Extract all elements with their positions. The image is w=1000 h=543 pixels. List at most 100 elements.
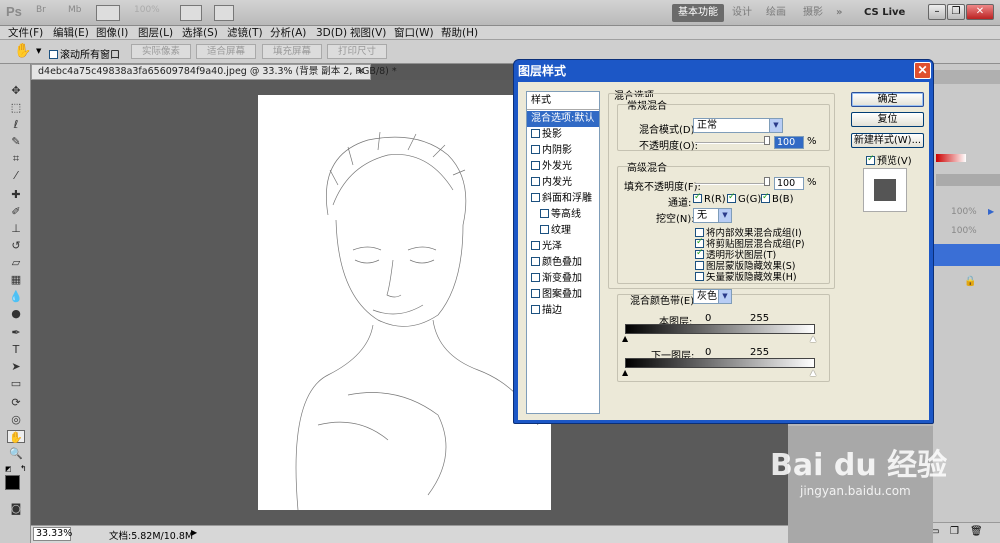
selected-layer-row[interactable]: [933, 244, 1000, 266]
style-checkbox[interactable]: [531, 193, 540, 202]
style-item[interactable]: 外发光: [527, 159, 599, 175]
arrange-documents-icon[interactable]: [180, 5, 202, 21]
actual-pixels-button[interactable]: 实际像素: [131, 44, 191, 59]
menu-layer[interactable]: 图层(L): [138, 26, 173, 40]
style-item[interactable]: 内发光: [527, 175, 599, 191]
menu-filter[interactable]: 滤镜(T): [227, 26, 263, 40]
menu-edit[interactable]: 编辑(E): [53, 26, 89, 40]
close-window-icon[interactable]: ✕: [966, 4, 994, 20]
pen-tool-icon[interactable]: ✒: [7, 326, 25, 339]
style-item[interactable]: 等高线: [527, 207, 599, 223]
style-checkbox[interactable]: [540, 209, 549, 218]
view-extras-icon[interactable]: [96, 5, 120, 21]
style-checkbox[interactable]: [531, 145, 540, 154]
document-tab[interactable]: d4ebc4a75c49838a3fa65609784f9a40.jpeg @ …: [31, 64, 397, 80]
style-item[interactable]: 纹理: [527, 223, 599, 239]
style-item[interactable]: 描边: [527, 303, 599, 319]
fill-opacity-slider-thumb[interactable]: [764, 177, 770, 186]
underlying-black-slider[interactable]: ▲: [622, 368, 628, 377]
menu-help[interactable]: 帮助(H): [441, 26, 478, 40]
path-selection-tool-icon[interactable]: ➤: [7, 360, 25, 373]
advanced-option-checkbox[interactable]: 矢量蒙版隐藏效果(H): [695, 269, 797, 283]
blend-if-select[interactable]: 灰色 ▼: [693, 289, 732, 304]
opacity-arrow-icon[interactable]: ▶: [988, 207, 994, 216]
style-item[interactable]: 斜面和浮雕: [527, 191, 599, 207]
style-checkbox[interactable]: [531, 161, 540, 170]
fit-screen-button[interactable]: 适合屏幕: [196, 44, 256, 59]
channel-g-checkbox[interactable]: G(G): [727, 192, 761, 205]
shape-tool-icon[interactable]: ▭: [7, 377, 25, 390]
info-menu-arrow-icon[interactable]: ▶: [191, 528, 197, 537]
3d-orbit-tool-icon[interactable]: ◎: [7, 413, 25, 426]
workspace-design[interactable]: 设计: [726, 4, 758, 22]
style-item[interactable]: 内阴影: [527, 143, 599, 159]
quick-select-tool-icon[interactable]: ✎: [7, 135, 25, 148]
hand-tool-icon[interactable]: ✋: [14, 43, 31, 59]
preview-checkbox[interactable]: 预览(V): [866, 152, 912, 167]
style-item[interactable]: 颜色叠加: [527, 255, 599, 271]
screen-mode-icon[interactable]: [214, 5, 234, 21]
style-checkbox[interactable]: [531, 273, 540, 282]
more-workspaces-icon[interactable]: »: [830, 4, 848, 22]
swap-colors-icon[interactable]: ↰: [20, 464, 27, 473]
quick-mask-icon[interactable]: ◙: [7, 502, 25, 515]
zoom-level[interactable]: 100%: [134, 5, 160, 21]
type-tool-icon[interactable]: T: [7, 343, 25, 356]
zoom-tool-icon[interactable]: 🔍: [7, 447, 25, 460]
style-item[interactable]: 光泽: [527, 239, 599, 255]
workspace-photography[interactable]: 摄影: [797, 4, 829, 22]
zoom-field[interactable]: 33.33%: [33, 527, 72, 541]
channel-r-checkbox[interactable]: R(R): [693, 192, 726, 205]
style-checkbox[interactable]: [531, 129, 540, 138]
scroll-all-windows-checkbox[interactable]: 滚动所有窗口: [49, 46, 120, 61]
print-size-button[interactable]: 打印尺寸: [327, 44, 387, 59]
styles-header[interactable]: 样式: [527, 92, 599, 110]
opacity-slider[interactable]: [695, 142, 770, 144]
history-brush-tool-icon[interactable]: ↺: [7, 239, 25, 252]
restore-icon[interactable]: ❐: [947, 4, 965, 20]
style-item[interactable]: 渐变叠加: [527, 271, 599, 287]
opacity-slider-thumb[interactable]: [764, 136, 770, 145]
blend-mode-select[interactable]: 正常 ▼: [693, 118, 783, 133]
workspace-essentials[interactable]: 基本功能: [672, 4, 724, 22]
channel-b-checkbox[interactable]: B(B): [761, 192, 794, 205]
lasso-tool-icon[interactable]: ℓ: [7, 118, 25, 131]
this-layer-black-slider[interactable]: ▲: [622, 334, 628, 343]
blur-tool-icon[interactable]: 💧: [7, 290, 25, 303]
fill-screen-button[interactable]: 填充屏幕: [262, 44, 322, 59]
menu-3d[interactable]: 3D(D): [316, 26, 347, 40]
style-checkbox[interactable]: [531, 257, 540, 266]
healing-brush-tool-icon[interactable]: ✚: [7, 188, 25, 201]
style-checkbox[interactable]: [531, 289, 540, 298]
style-item[interactable]: 图案叠加: [527, 287, 599, 303]
color-ramp[interactable]: [936, 154, 966, 162]
image-canvas[interactable]: [258, 95, 551, 511]
menu-image[interactable]: 图像(I): [96, 26, 128, 40]
menu-window[interactable]: 窗口(W): [394, 26, 434, 40]
foreground-color-swatch[interactable]: [5, 475, 20, 490]
3d-rotate-tool-icon[interactable]: ⟳: [7, 396, 25, 409]
dodge-tool-icon[interactable]: ●: [7, 307, 25, 320]
brush-tool-icon[interactable]: ✐: [7, 205, 25, 218]
workspace-painting[interactable]: 绘画: [760, 4, 792, 22]
mini-bridge-button[interactable]: Mb: [68, 5, 81, 21]
style-checkbox[interactable]: [531, 305, 540, 314]
style-checkbox[interactable]: [540, 225, 549, 234]
layer-fill-value[interactable]: 100%: [951, 226, 977, 236]
style-item[interactable]: 投影: [527, 127, 599, 143]
close-icon[interactable]: ✕: [914, 62, 931, 79]
crop-tool-icon[interactable]: ⌗: [7, 152, 25, 165]
bridge-button[interactable]: Br: [36, 5, 46, 21]
gradient-tool-icon[interactable]: ▦: [7, 273, 25, 286]
move-tool-icon[interactable]: ✥: [7, 84, 25, 97]
knockout-select[interactable]: 无 ▼: [693, 208, 732, 223]
style-checkbox[interactable]: [531, 177, 540, 186]
menu-analysis[interactable]: 分析(A): [270, 26, 306, 40]
style-checkbox[interactable]: [531, 241, 540, 250]
close-tab-icon[interactable]: ✕: [357, 65, 365, 79]
minimize-icon[interactable]: –: [928, 4, 946, 20]
new-layer-icon[interactable]: ❐: [950, 526, 959, 537]
new-style-button[interactable]: 新建样式(W)...: [851, 133, 924, 148]
menu-view[interactable]: 视图(V): [350, 26, 386, 40]
this-layer-white-slider[interactable]: ▲: [810, 334, 816, 343]
